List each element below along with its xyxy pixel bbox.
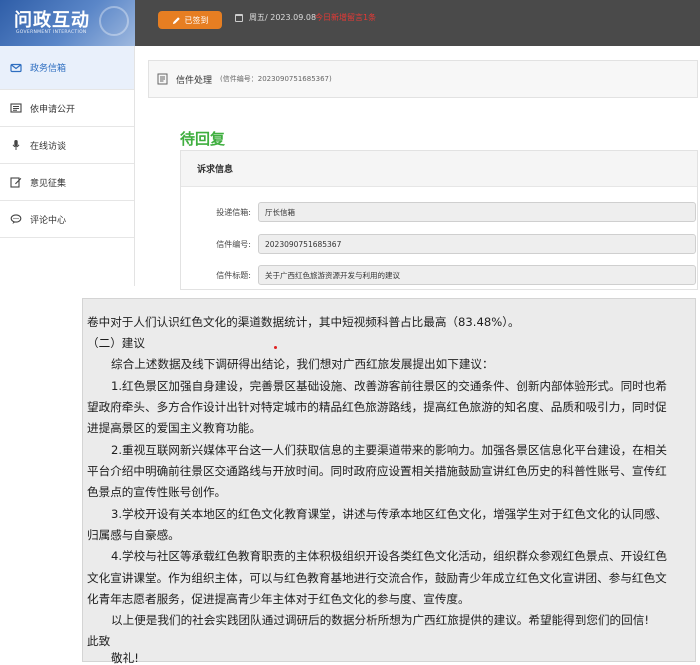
edit-icon <box>10 177 22 188</box>
doc-line: 卷中对于人们认识红色文化的渠道数据统计，其中短视频科普占比最高（83.48%）。 <box>87 315 520 329</box>
doc-line: 1.红色景区加强自身建设，完善景区基础设施、改善游客前往景区的交通条件、创新内部… <box>111 379 667 393</box>
sidebar-item-opinion-collection[interactable]: 意见征集 <box>0 164 134 201</box>
mailbox-field[interactable]: 厅长信箱 <box>258 202 696 222</box>
letter-number-caption: (信件编号：2023090751685367) <box>220 75 332 83</box>
comment-icon <box>10 214 22 224</box>
status-heading: 待回复 <box>180 130 226 148</box>
logo-subtitle: GOVERNMENT INTERACTION <box>16 30 87 35</box>
doc-line: 化青年志愿者服务，促进提高青少年主体对于红色文化的参与度、宣传度。 <box>87 592 470 606</box>
logo-title: 问政互动 <box>14 10 90 31</box>
current-date: 周五/ 2023.09.08 <box>249 13 317 22</box>
new-message-notice[interactable]: 今日新增留言1条 <box>315 12 376 23</box>
sidebar-item-label: 意见征集 <box>30 178 67 189</box>
request-info-panel: 诉求信息 投递信箱: 厅长信箱 信件编号: 2023090751685367 信… <box>180 150 698 290</box>
sidebar-item-online-interview[interactable]: 在线访谈 <box>0 127 134 164</box>
doc-line: 敬礼! <box>111 651 139 665</box>
mail-icon <box>10 63 22 72</box>
field-mailbox: 投递信箱: 厅长信箱 <box>181 202 696 222</box>
microphone-icon <box>12 140 20 150</box>
doc-line: 望政府牵头、多方合作设计出针对特定城市的精品红色旅游路线，提高红色旅游的知名度、… <box>87 400 667 414</box>
sidebar-item-label: 政务信箱 <box>30 64 67 74</box>
pencil-icon <box>172 16 180 24</box>
letter-title-field[interactable]: 关于广西红色旅游资源开发与利用的建议 <box>258 265 696 285</box>
doc-line: 以上便是我们的社会实践团队通过调研后的数据分析所想为广西红旅提供的建议。希望能得… <box>111 613 649 627</box>
letter-content-image: 卷中对于人们认识红色文化的渠道数据统计，其中短视频科普占比最高（83.48%）。… <box>82 298 696 665</box>
sidebar-item-label: 依申请公开 <box>30 104 76 115</box>
doc-line: 2.重视互联网新兴媒体平台这一人们获取信息的主要渠道带来的影响力。加强各景区信息… <box>111 443 667 457</box>
logo-decoration <box>99 6 129 36</box>
checked-in-button[interactable]: 已签到 <box>158 11 222 29</box>
page-header: 信件处理 (信件编号：2023090751685367) <box>148 60 698 98</box>
sidebar-item-disclosure-request[interactable]: 依申请公开 <box>0 90 134 127</box>
doc-line: 归属感与自豪感。 <box>87 528 180 542</box>
doc-line: 3.学校开设有关本地区的红色文化教育课堂，讲述与传承本地区红色文化，增强学生对于… <box>111 507 667 521</box>
checked-in-label: 已签到 <box>184 15 209 25</box>
page-title: 信件处理 <box>176 75 213 86</box>
doc-line: 4.学校与社区等承载红色教育职责的主体积极组织开设各类红色文化活动，组织群众参观… <box>111 549 667 563</box>
doc-line: 文化宣讲课堂。作为组织主体，可以与红色教育基地进行交流合作，鼓励青少年成立红色文… <box>87 571 667 585</box>
doc-line: 此致 <box>87 634 111 648</box>
letter-number-field[interactable]: 2023090751685367 <box>258 234 696 254</box>
calendar-icon <box>235 14 243 22</box>
doc-line: 平台介绍中明确前往景区交通路线与开放时间。同时政府应设置相关措施鼓励宣讲红色历史… <box>87 464 667 478</box>
field-letter-number: 信件编号: 2023090751685367 <box>181 234 696 254</box>
doc-line: 进提高景区的爱国主义教育功能。 <box>87 421 261 435</box>
field-label: 信件标题: <box>216 270 251 280</box>
doc-line: 色景点的宣传性账号创作。 <box>87 485 227 499</box>
field-letter-title: 信件标题: 关于广西红色旅游资源开发与利用的建议 <box>181 265 696 285</box>
field-label: 信件编号: <box>216 239 251 249</box>
doc-line: （二）建议 <box>87 336 145 350</box>
document-icon <box>157 73 168 85</box>
sidebar-item-label: 在线访谈 <box>30 141 67 152</box>
sidebar-item-comment-center[interactable]: 评论中心 <box>0 201 134 238</box>
field-label: 投递信箱: <box>216 207 251 217</box>
section-title: 诉求信息 <box>181 151 697 187</box>
sidebar-item-label: 评论中心 <box>30 215 67 226</box>
site-logo[interactable]: 问政互动 GOVERNMENT INTERACTION <box>0 0 135 46</box>
doc-line: 综合上述数据及线下调研得出结论，我们想对广西红旅发展提出如下建议： <box>111 357 494 371</box>
list-icon <box>10 103 22 113</box>
sidebar: 政务信箱 依申请公开 在线访谈 意见征集 评论中心 <box>0 46 135 286</box>
sidebar-item-gov-mailbox[interactable]: 政务信箱 <box>0 46 134 90</box>
cursor-dot <box>274 346 277 349</box>
top-bar: 问政互动 GOVERNMENT INTERACTION 已签到 周五/ 2023… <box>0 0 700 46</box>
